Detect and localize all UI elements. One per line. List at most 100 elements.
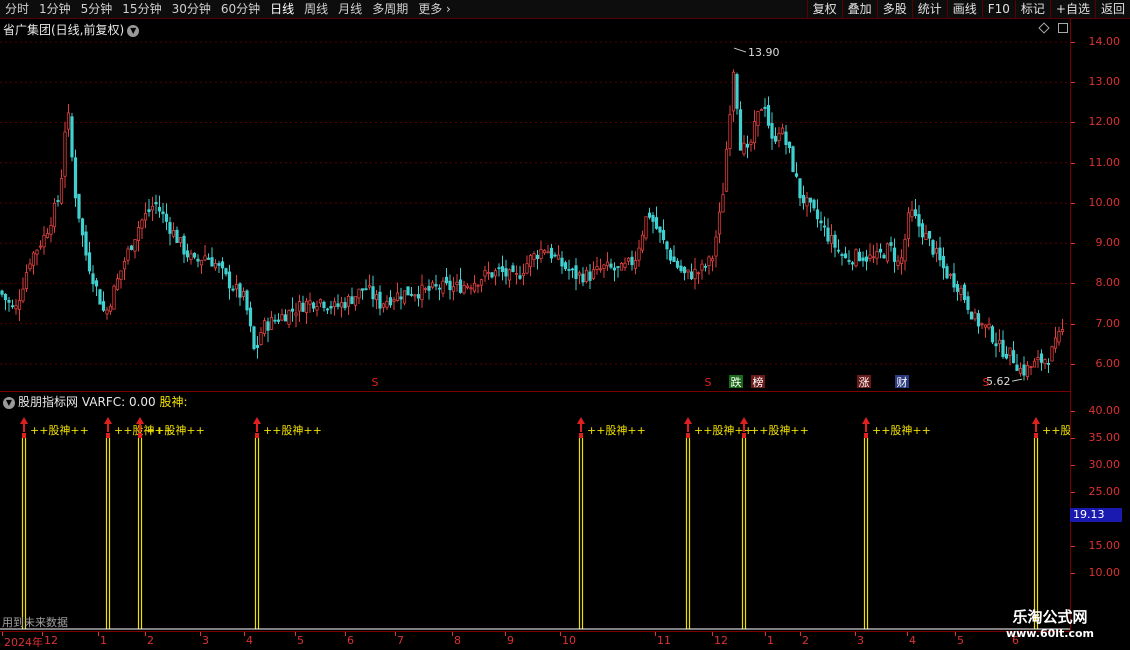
candle-body	[934, 248, 939, 254]
candle-body	[150, 205, 155, 211]
candle-body	[472, 282, 477, 292]
price-axis[interactable]: 14.00 13.00 12.00 11.00 10.00 9.00 8.00 7.00 6.0…	[1070, 19, 1130, 631]
indicator-tick-label: 30.00	[1088, 458, 1121, 471]
period-tab[interactable]: 周线	[299, 0, 333, 19]
period-tab[interactable]: 月线	[333, 0, 367, 19]
candle-body	[161, 211, 165, 215]
candle-body	[931, 240, 935, 255]
price-tick	[1071, 363, 1075, 365]
period-tab[interactable]: 更多 ›	[413, 0, 456, 19]
candle-body	[430, 282, 435, 288]
candle-body	[112, 285, 116, 310]
candle-body	[238, 283, 242, 298]
candle-body	[483, 270, 487, 277]
candle-body	[122, 260, 127, 270]
signal-block	[138, 433, 142, 438]
candle-body	[497, 267, 501, 270]
event-marker[interactable]: 榜	[753, 375, 764, 389]
price-tick	[1071, 323, 1075, 325]
candle-body	[217, 263, 221, 266]
toolbar-button[interactable]: 统计	[911, 0, 947, 19]
toolbar-button[interactable]: 画线	[946, 0, 982, 19]
candle-body	[70, 116, 74, 158]
candle-body	[406, 286, 410, 296]
candle-body	[521, 272, 526, 277]
candlestick-panel[interactable]: 13.90 5.62 S S 跌榜涨财 S	[0, 30, 1070, 392]
candle-body	[745, 143, 750, 148]
period-tab[interactable]: 30分钟	[167, 0, 216, 19]
indicator-tick-label: 10.00	[1088, 566, 1121, 579]
indicator-tick	[1071, 492, 1075, 493]
period-tab[interactable]: 分时	[0, 0, 34, 19]
candle-body	[735, 74, 739, 109]
candle-body	[553, 254, 557, 257]
period-tab[interactable]: 多周期	[367, 0, 413, 19]
candle-body	[49, 225, 53, 235]
candle-body	[504, 268, 508, 277]
candle-body	[378, 291, 382, 309]
date-label: 7	[397, 634, 404, 647]
candle-body	[703, 265, 708, 268]
toolbar-button[interactable]: 多股	[876, 0, 912, 19]
indicator-tick-label: 40.00	[1088, 404, 1121, 417]
signal-text: ++股神++	[30, 423, 89, 437]
period-tab[interactable]: 5分钟	[76, 0, 118, 19]
candle-body	[812, 199, 816, 209]
candle-body	[126, 248, 130, 261]
candle-body	[220, 261, 225, 269]
event-marker[interactable]: S	[372, 376, 379, 389]
candle-body	[266, 321, 270, 331]
candle-body	[63, 131, 67, 177]
date-tick	[855, 632, 856, 636]
event-marker[interactable]: S	[705, 376, 712, 389]
candle-body	[325, 308, 330, 311]
toolbar-button[interactable]: 标记	[1014, 0, 1050, 19]
toolbar-button[interactable]: 叠加	[841, 0, 877, 19]
toolbar-button[interactable]: +自选	[1049, 0, 1095, 19]
date-axis[interactable]: 2024年 12 1 2 3 4 5 6 7 8 9 10 11 12 1 2 3 4 5 6	[0, 631, 1070, 650]
candle-body	[203, 255, 207, 261]
date-label: 6	[347, 634, 354, 647]
arrow-up-icon	[136, 417, 144, 424]
candle-body	[479, 279, 484, 286]
candle-body	[686, 269, 690, 273]
date-tick	[765, 632, 766, 636]
event-marker[interactable]: 跌	[731, 375, 742, 389]
date-tick	[452, 632, 453, 636]
candle-body	[409, 293, 414, 296]
candle-body	[770, 123, 774, 139]
indicator-panel[interactable]: ++股神++ ++股神++ ++股神++ ++股神++ ++股神++ ++股神++ ++股神…	[0, 393, 1101, 630]
chevron-down-icon[interactable]: ▼	[3, 396, 15, 409]
period-tab[interactable]: 日线	[265, 0, 299, 19]
candle-body	[80, 218, 85, 236]
price-tick-label: 13.00	[1088, 75, 1121, 89]
candle-body	[514, 272, 519, 275]
toolbar-button[interactable]: F10	[981, 0, 1015, 19]
toolbar-button[interactable]: 复权	[806, 0, 842, 19]
candle-body	[434, 284, 438, 287]
watermark-url: www.60lt.com	[1005, 627, 1095, 640]
period-tab[interactable]: 60分钟	[216, 0, 265, 19]
candle-body	[175, 229, 179, 243]
candle-body	[1029, 366, 1033, 368]
event-marker[interactable]: 财	[897, 375, 908, 389]
event-marker[interactable]: S	[983, 376, 990, 389]
candle-body	[287, 310, 291, 325]
candle-body	[115, 278, 120, 290]
candle-body	[395, 292, 400, 301]
candle-body	[948, 274, 953, 276]
signal-label: 股神:	[159, 395, 188, 409]
period-tab[interactable]: 1分钟	[34, 0, 76, 19]
period-tab[interactable]: 15分钟	[117, 0, 166, 19]
price-tick	[1071, 283, 1075, 285]
candle-body	[486, 272, 491, 274]
candle-body	[584, 269, 589, 282]
candle-body	[784, 131, 788, 145]
toolbar-button[interactable]: 返回	[1094, 0, 1130, 19]
candle-body	[346, 295, 351, 307]
candle-body	[850, 262, 855, 265]
candle-body	[801, 194, 806, 204]
candle-body	[129, 245, 134, 250]
event-marker[interactable]: 涨	[859, 376, 870, 389]
candle-body	[581, 273, 585, 283]
